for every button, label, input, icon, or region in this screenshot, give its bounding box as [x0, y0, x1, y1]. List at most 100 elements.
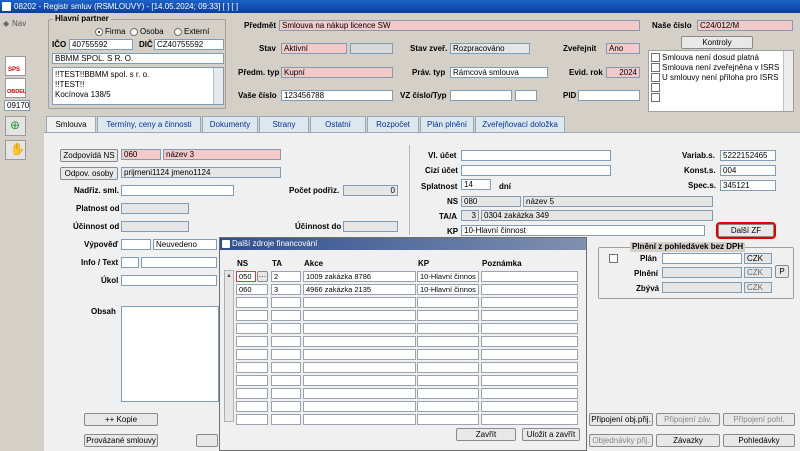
- zodpovida-code-field[interactable]: 060: [121, 149, 161, 160]
- grid-empty-cell[interactable]: [417, 297, 479, 308]
- grid-empty-cell[interactable]: [236, 297, 268, 308]
- grid-empty-cell[interactable]: [303, 388, 416, 399]
- partner-name-field[interactable]: BBMM SPOL. S R. O.: [52, 53, 224, 64]
- vl-ucet-field[interactable]: [461, 150, 611, 161]
- radio-firma[interactable]: [95, 28, 103, 36]
- evid-rok-field[interactable]: 2024: [606, 67, 640, 78]
- grid-empty-cell[interactable]: [417, 375, 479, 386]
- plan-field[interactable]: [662, 253, 742, 264]
- predmet-field[interactable]: Smlouva na nákup licence SW: [279, 20, 640, 31]
- grid-empty-cell[interactable]: [481, 336, 578, 347]
- grid-empty-cell[interactable]: [417, 349, 479, 360]
- tab-strany[interactable]: Strany: [259, 116, 309, 132]
- stav-field[interactable]: Aktivní: [281, 43, 347, 54]
- spec-field[interactable]: 345121: [720, 180, 776, 191]
- nase-cislo-field[interactable]: C24/012/M: [697, 20, 793, 31]
- kopie-button[interactable]: ++ Kopie: [84, 413, 158, 426]
- provazane-smlouvy-button[interactable]: Provázané smlouvy: [84, 434, 158, 447]
- grid-akce-cell[interactable]: 1009 zakázka 8786: [303, 271, 416, 282]
- grid-empty-cell[interactable]: [236, 401, 268, 412]
- ulozit-zavrit-button[interactable]: Uložit a zavřít: [522, 428, 580, 441]
- grid-kp-cell[interactable]: 10-Hlavní činnos: [417, 284, 479, 295]
- pripojeni-pohl-button[interactable]: Připojení pohl.: [723, 413, 795, 426]
- grid-empty-cell[interactable]: [303, 349, 416, 360]
- dic-field[interactable]: CZ40755592: [154, 39, 224, 50]
- grid-empty-cell[interactable]: [417, 388, 479, 399]
- grid-empty-cell[interactable]: [236, 375, 268, 386]
- grid-empty-cell[interactable]: [271, 362, 301, 373]
- vz-number-field[interactable]: [450, 90, 512, 101]
- handshake-icon[interactable]: ✋: [5, 140, 26, 160]
- tab-dokumenty[interactable]: Dokumenty: [202, 116, 258, 132]
- add-record-icon[interactable]: ⊕: [5, 116, 26, 136]
- vase-cislo-field[interactable]: 123456788: [281, 90, 393, 101]
- grid-empty-cell[interactable]: [236, 362, 268, 373]
- dalsi-zf-button[interactable]: Další ZF: [716, 222, 776, 239]
- kontroly-button[interactable]: Kontroly: [681, 36, 753, 49]
- grid-empty-cell[interactable]: [481, 401, 578, 412]
- grid-empty-cell[interactable]: [481, 310, 578, 321]
- grid-empty-cell[interactable]: [271, 414, 301, 425]
- obdelnik-button[interactable]: OBDEL: [5, 78, 26, 98]
- grid-empty-cell[interactable]: [271, 336, 301, 347]
- grid-empty-cell[interactable]: [271, 310, 301, 321]
- dialog-grid-scrollbar[interactable]: ▲: [224, 270, 234, 422]
- grid-empty-cell[interactable]: [417, 323, 479, 334]
- splatnost-field[interactable]: 14: [461, 179, 491, 190]
- ico-field[interactable]: 40755592: [69, 39, 133, 50]
- grid-empty-cell[interactable]: [271, 388, 301, 399]
- grid-empty-cell[interactable]: [481, 349, 578, 360]
- zverejnit-field[interactable]: Ano: [606, 43, 640, 54]
- objednavky-button[interactable]: Objednávky přij.: [589, 434, 653, 447]
- tab-ostatni[interactable]: Ostatní: [310, 116, 366, 132]
- grid-empty-cell[interactable]: [303, 375, 416, 386]
- grid-empty-cell[interactable]: [236, 323, 268, 334]
- zavazky-button[interactable]: Závazky: [656, 434, 720, 447]
- grid-empty-cell[interactable]: [417, 336, 479, 347]
- ucinnost-do-field[interactable]: [343, 221, 398, 232]
- vz-type-field[interactable]: [515, 90, 537, 101]
- grid-akce-cell[interactable]: 4966 zakázka 2135: [303, 284, 416, 295]
- grid-empty-cell[interactable]: [236, 388, 268, 399]
- grid-empty-cell[interactable]: [303, 362, 416, 373]
- grid-empty-cell[interactable]: [303, 323, 416, 334]
- grid-empty-cell[interactable]: [303, 336, 416, 347]
- nadriz-field[interactable]: [121, 185, 234, 196]
- grid-ns-cell[interactable]: 060: [236, 284, 268, 295]
- konst-field[interactable]: 004: [720, 165, 776, 176]
- pid-field[interactable]: [578, 90, 640, 101]
- obsah-textarea[interactable]: [121, 306, 219, 402]
- grid-empty-cell[interactable]: [271, 375, 301, 386]
- kontroly-scrollbar[interactable]: [783, 51, 793, 111]
- zavrit-button[interactable]: Zavřít: [456, 428, 516, 441]
- zodpovida-ns-button[interactable]: Zodpovídá NS: [60, 149, 118, 162]
- grid-empty-cell[interactable]: [303, 414, 416, 425]
- grid-empty-cell[interactable]: [417, 414, 479, 425]
- plan-checkbox[interactable]: [609, 254, 618, 263]
- scroll-up-icon[interactable]: ▲: [226, 271, 232, 282]
- info-field[interactable]: [121, 257, 139, 268]
- kontroly-checkbox[interactable]: [651, 73, 660, 82]
- grid-empty-cell[interactable]: [417, 362, 479, 373]
- ukol-field[interactable]: [121, 275, 217, 286]
- grid-empty-cell[interactable]: [236, 414, 268, 425]
- radio-externi[interactable]: [174, 28, 182, 36]
- predm-typ-field[interactable]: Kupní: [281, 67, 393, 78]
- grid-empty-cell[interactable]: [271, 349, 301, 360]
- grid-empty-cell[interactable]: [481, 375, 578, 386]
- grid-empty-cell[interactable]: [303, 297, 416, 308]
- grid-empty-cell[interactable]: [417, 310, 479, 321]
- zodpovida-name-field[interactable]: název 3: [163, 149, 281, 160]
- vypoved-code-field[interactable]: [121, 239, 151, 250]
- tab-rozpocet[interactable]: Rozpočet: [367, 116, 419, 132]
- odpov-osoby-field[interactable]: prijmeni1124 jmeno1124: [121, 167, 281, 178]
- grid-empty-cell[interactable]: [481, 414, 578, 425]
- cizi-ucet-field[interactable]: [461, 165, 611, 176]
- tab-zverejnovaci-dolozka[interactable]: Zveřejňovací doložka: [475, 116, 565, 132]
- pohledavky-button[interactable]: Pohledávky: [723, 434, 795, 447]
- grid-empty-cell[interactable]: [481, 297, 578, 308]
- grid-empty-cell[interactable]: [236, 336, 268, 347]
- tab-smlouva[interactable]: Smlouva: [46, 116, 96, 133]
- grid-ta-cell[interactable]: 2: [271, 271, 301, 282]
- grid-empty-cell[interactable]: [417, 401, 479, 412]
